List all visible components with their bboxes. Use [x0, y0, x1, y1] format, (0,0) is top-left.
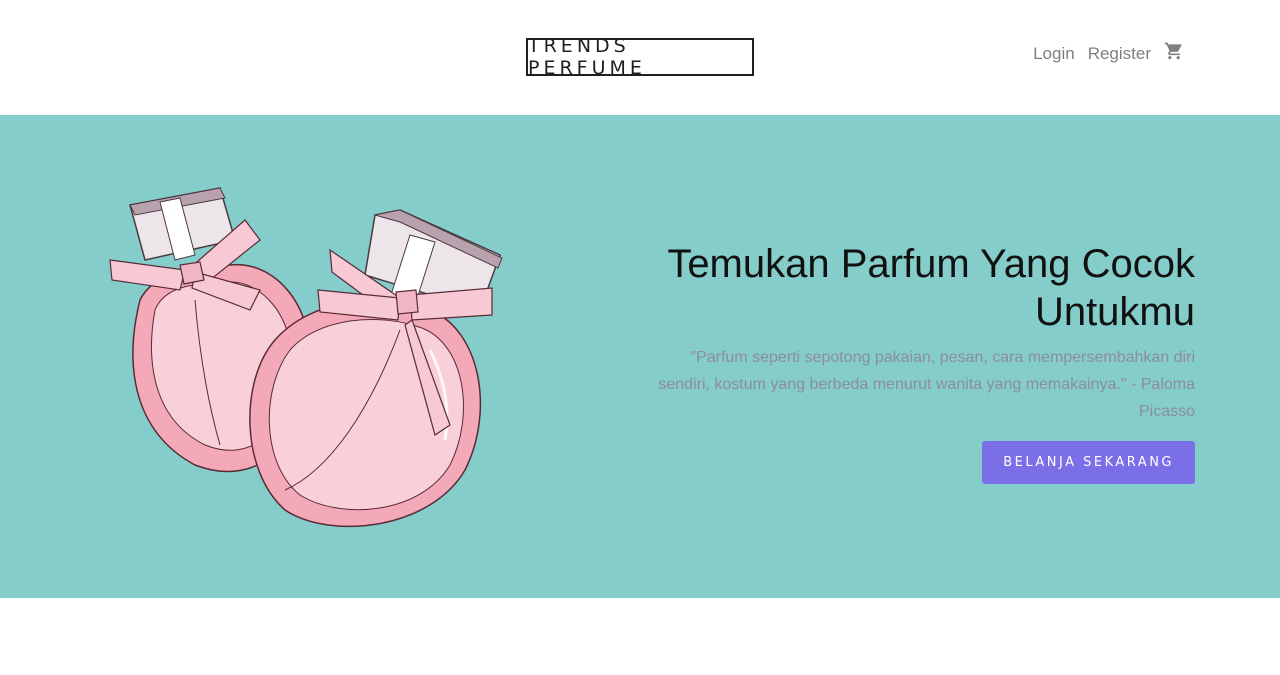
hero-quote: "Parfum seperti sepotong pakaian, pesan,…	[658, 349, 1195, 420]
hero-content: Temukan Parfum Yang Cocok Untukmu "Parfu…	[635, 240, 1195, 484]
right-bottle	[249, 209, 503, 528]
login-link[interactable]: Login	[1033, 44, 1075, 64]
perfume-bottles-illustration	[100, 180, 520, 540]
top-nav: Login Register	[1033, 41, 1184, 64]
register-link[interactable]: Register	[1088, 44, 1151, 64]
site-header: TRENDS PERFUME Login Register	[0, 0, 1280, 115]
hero-banner: Temukan Parfum Yang Cocok Untukmu "Parfu…	[0, 115, 1280, 598]
hero-title: Temukan Parfum Yang Cocok Untukmu	[667, 242, 1195, 334]
cart-icon[interactable]	[1164, 41, 1184, 61]
shop-now-button[interactable]: BELANJA SEKARANG	[982, 441, 1195, 484]
brand-logo[interactable]: TRENDS PERFUME	[526, 35, 754, 79]
